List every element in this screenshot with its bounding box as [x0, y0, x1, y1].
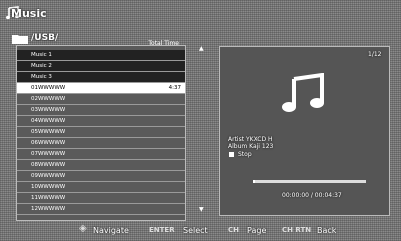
list-item-name: 09WWWWW [31, 173, 66, 179]
list-item-name: 02WWWWW [31, 96, 66, 102]
album-art-note-icon [282, 73, 324, 112]
track-counter: 1/12 [368, 51, 382, 58]
list-item[interactable]: 09WWWWW [17, 171, 185, 182]
list-item-name: 12WWWWW [31, 206, 66, 212]
list-item-name: 04WWWWW [31, 118, 66, 124]
navigate-dpad-icon: ◈ [79, 223, 87, 234]
album-info: Album Kaji 123 [228, 143, 274, 150]
list-item[interactable]: 12WWWWW [17, 204, 185, 215]
list-item-name: 01WWWWW [31, 85, 66, 91]
enter-key-icon: ENTER [149, 226, 175, 234]
list-item[interactable]: 05WWWWW [17, 127, 185, 138]
list-item[interactable]: 06WWWWW [17, 138, 185, 149]
list-item[interactable]: 01WWWWW 4:37 [17, 83, 185, 94]
artist-info: Artist YKXCD H [228, 136, 273, 143]
progress-bar[interactable] [253, 180, 366, 183]
progress-fill [253, 180, 256, 183]
scrollbar[interactable] [199, 50, 203, 210]
list-item-name: 05WWWWW [31, 129, 66, 135]
list-item-name: 07WWWWW [31, 151, 66, 157]
list-item[interactable]: 11WWWWW [17, 193, 185, 204]
select-hint: Select [183, 226, 208, 235]
list-item-name: Music 1 [31, 52, 52, 58]
list-item-name: Music 3 [31, 74, 52, 80]
list-item-name: 08WWWWW [31, 162, 66, 168]
list-item-time: 4:37 [168, 85, 181, 91]
list-item-name: 10WWWWW [31, 184, 66, 190]
list-item[interactable]: 02WWWWW [17, 94, 185, 105]
navigate-hint: Navigate [93, 226, 129, 235]
list-item-name: 06WWWWW [31, 140, 66, 146]
list-item-name: 03WWWWW [31, 107, 66, 113]
list-item[interactable]: Music 3 [17, 72, 185, 83]
list-item[interactable]: 04WWWWW [17, 116, 185, 127]
scroll-down-icon[interactable]: ▼ [199, 206, 204, 213]
app-title: Music [11, 7, 47, 20]
file-list[interactable]: Music 1 Music 2 Music 3 01WWWWW 4:37 02WWWWW 0… [16, 45, 186, 221]
list-item-name: 11WWWWW [31, 195, 66, 201]
ch-key-icon: CH [228, 226, 239, 234]
stop-icon [229, 152, 234, 157]
list-item-name: Music 2 [31, 63, 52, 69]
page-hint: Page [247, 226, 267, 235]
list-item[interactable]: 10WWWWW [17, 182, 185, 193]
playback-time: 00:00:00 / 00:04:37 [282, 192, 342, 199]
list-item[interactable]: 03WWWWW [17, 105, 185, 116]
playback-status: Stop [238, 151, 252, 158]
back-hint: Back [317, 226, 337, 235]
list-item[interactable]: Music 2 [17, 61, 185, 72]
list-item[interactable]: Music 1 [17, 50, 185, 61]
list-item[interactable]: 08WWWWW [17, 160, 185, 171]
ch-rtn-key-icon: CH RTN [282, 226, 312, 234]
list-item[interactable]: 07WWWWW [17, 149, 185, 160]
now-playing-panel [219, 46, 390, 216]
